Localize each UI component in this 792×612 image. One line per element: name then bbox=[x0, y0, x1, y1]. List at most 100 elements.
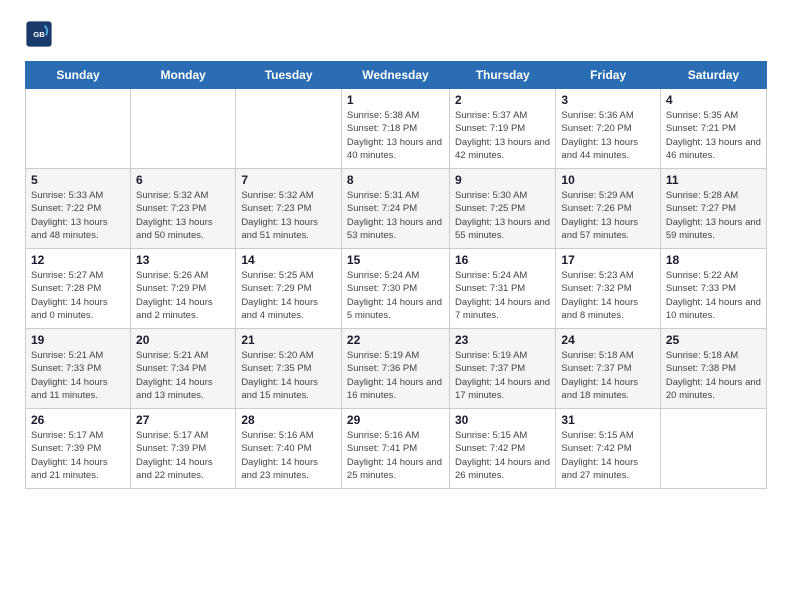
day-info: Sunrise: 5:21 AM Sunset: 7:33 PM Dayligh… bbox=[31, 349, 125, 402]
calendar-cell: 15 Sunrise: 5:24 AM Sunset: 7:30 PM Dayli… bbox=[341, 249, 449, 329]
calendar-cell: 3Sunrise: 5:36 AM Sunset: 7:20 PM Daylig… bbox=[556, 89, 660, 169]
day-info: Sunrise: 5:25 AM Sunset: 7:29 PM Dayligh… bbox=[241, 269, 336, 322]
day-info: Sunrise: 5:24 AM Sunset: 7:31 PM Dayligh… bbox=[455, 269, 550, 322]
day-number: 4 bbox=[666, 93, 761, 107]
day-info: Sunrise: 5:37 AM Sunset: 7:19 PM Dayligh… bbox=[455, 109, 550, 162]
day-info: Sunrise: 5:20 AM Sunset: 7:35 PM Dayligh… bbox=[241, 349, 336, 402]
day-info: Sunrise: 5:32 AM Sunset: 7:23 PM Dayligh… bbox=[241, 189, 336, 242]
calendar-cell: 21 Sunrise: 5:20 AM Sunset: 7:35 PM Dayli… bbox=[236, 329, 342, 409]
day-number: 14 bbox=[241, 253, 336, 267]
day-info: Sunrise: 5:38 AM Sunset: 7:18 PM Dayligh… bbox=[347, 109, 444, 162]
day-number: 12 bbox=[31, 253, 125, 267]
day-number: 19 bbox=[31, 333, 125, 347]
day-info: Sunrise: 5:21 AM Sunset: 7:34 PM Dayligh… bbox=[136, 349, 230, 402]
calendar-cell: 23Sunrise: 5:19 AM Sunset: 7:37 PM Dayli… bbox=[449, 329, 555, 409]
calendar-cell: 25 Sunrise: 5:18 AM Sunset: 7:38 PM Dayli… bbox=[660, 329, 766, 409]
day-info: Sunrise: 5:27 AM Sunset: 7:28 PM Dayligh… bbox=[31, 269, 125, 322]
day-number: 16 bbox=[455, 253, 550, 267]
calendar-cell: 22 Sunrise: 5:19 AM Sunset: 7:36 PM Dayli… bbox=[341, 329, 449, 409]
day-number: 21 bbox=[241, 333, 336, 347]
day-number: 28 bbox=[241, 413, 336, 427]
day-info: Sunrise: 5:24 AM Sunset: 7:30 PM Dayligh… bbox=[347, 269, 444, 322]
calendar-cell bbox=[236, 89, 342, 169]
logo-icon: GB bbox=[25, 20, 53, 48]
day-number: 2 bbox=[455, 93, 550, 107]
svg-text:GB: GB bbox=[33, 30, 45, 39]
day-of-week-header: Wednesday bbox=[341, 62, 449, 89]
day-of-week-header: Thursday bbox=[449, 62, 555, 89]
calendar-cell: 7Sunrise: 5:32 AM Sunset: 7:23 PM Daylig… bbox=[236, 169, 342, 249]
day-number: 30 bbox=[455, 413, 550, 427]
day-info: Sunrise: 5:15 AM Sunset: 7:42 PM Dayligh… bbox=[455, 429, 550, 482]
day-number: 24 bbox=[561, 333, 654, 347]
calendar-cell: 16 Sunrise: 5:24 AM Sunset: 7:31 PM Dayli… bbox=[449, 249, 555, 329]
day-number: 17 bbox=[561, 253, 654, 267]
calendar-cell: 9 Sunrise: 5:30 AM Sunset: 7:25 PM Daylig… bbox=[449, 169, 555, 249]
day-info: Sunrise: 5:32 AM Sunset: 7:23 PM Dayligh… bbox=[136, 189, 230, 242]
calendar-cell: 5Sunrise: 5:33 AM Sunset: 7:22 PM Daylig… bbox=[26, 169, 131, 249]
day-number: 18 bbox=[666, 253, 761, 267]
day-number: 10 bbox=[561, 173, 654, 187]
page-header: GB bbox=[25, 20, 767, 53]
day-number: 11 bbox=[666, 173, 761, 187]
calendar-cell bbox=[660, 409, 766, 489]
day-info: Sunrise: 5:30 AM Sunset: 7:25 PM Dayligh… bbox=[455, 189, 550, 242]
day-info: Sunrise: 5:15 AM Sunset: 7:42 PM Dayligh… bbox=[561, 429, 654, 482]
day-number: 13 bbox=[136, 253, 230, 267]
day-number: 5 bbox=[31, 173, 125, 187]
day-number: 26 bbox=[31, 413, 125, 427]
day-number: 23 bbox=[455, 333, 550, 347]
day-number: 8 bbox=[347, 173, 444, 187]
day-number: 3 bbox=[561, 93, 654, 107]
day-info: Sunrise: 5:26 AM Sunset: 7:29 PM Dayligh… bbox=[136, 269, 230, 322]
day-of-week-header: Friday bbox=[556, 62, 660, 89]
calendar-cell: 14 Sunrise: 5:25 AM Sunset: 7:29 PM Dayli… bbox=[236, 249, 342, 329]
calendar-cell: 1 Sunrise: 5:38 AM Sunset: 7:18 PM Daylig… bbox=[341, 89, 449, 169]
day-number: 31 bbox=[561, 413, 654, 427]
calendar-cell: 10 Sunrise: 5:29 AM Sunset: 7:26 PM Dayli… bbox=[556, 169, 660, 249]
calendar-cell: 26 Sunrise: 5:17 AM Sunset: 7:39 PM Dayli… bbox=[26, 409, 131, 489]
calendar-cell: 20Sunrise: 5:21 AM Sunset: 7:34 PM Dayli… bbox=[131, 329, 236, 409]
calendar-cell: 4 Sunrise: 5:35 AM Sunset: 7:21 PM Daylig… bbox=[660, 89, 766, 169]
day-of-week-header: Monday bbox=[131, 62, 236, 89]
calendar-cell: 29Sunrise: 5:16 AM Sunset: 7:41 PM Dayli… bbox=[341, 409, 449, 489]
day-number: 15 bbox=[347, 253, 444, 267]
calendar-week-row: 5Sunrise: 5:33 AM Sunset: 7:22 PM Daylig… bbox=[26, 169, 767, 249]
day-of-week-header: Tuesday bbox=[236, 62, 342, 89]
calendar-cell: 17 Sunrise: 5:23 AM Sunset: 7:32 PM Dayli… bbox=[556, 249, 660, 329]
calendar-cell: 12 Sunrise: 5:27 AM Sunset: 7:28 PM Dayli… bbox=[26, 249, 131, 329]
calendar-week-row: 1 Sunrise: 5:38 AM Sunset: 7:18 PM Daylig… bbox=[26, 89, 767, 169]
day-number: 9 bbox=[455, 173, 550, 187]
day-info: Sunrise: 5:16 AM Sunset: 7:40 PM Dayligh… bbox=[241, 429, 336, 482]
day-info: Sunrise: 5:19 AM Sunset: 7:36 PM Dayligh… bbox=[347, 349, 444, 402]
day-info: Sunrise: 5:35 AM Sunset: 7:21 PM Dayligh… bbox=[666, 109, 761, 162]
day-info: Sunrise: 5:16 AM Sunset: 7:41 PM Dayligh… bbox=[347, 429, 444, 482]
calendar-cell: 27 Sunrise: 5:17 AM Sunset: 7:39 PM Dayli… bbox=[131, 409, 236, 489]
day-number: 22 bbox=[347, 333, 444, 347]
day-info: Sunrise: 5:28 AM Sunset: 7:27 PM Dayligh… bbox=[666, 189, 761, 242]
day-info: Sunrise: 5:23 AM Sunset: 7:32 PM Dayligh… bbox=[561, 269, 654, 322]
calendar-cell: 31 Sunrise: 5:15 AM Sunset: 7:42 PM Dayli… bbox=[556, 409, 660, 489]
calendar-cell: 11 Sunrise: 5:28 AM Sunset: 7:27 PM Dayli… bbox=[660, 169, 766, 249]
day-number: 27 bbox=[136, 413, 230, 427]
calendar-cell: 13 Sunrise: 5:26 AM Sunset: 7:29 PM Dayli… bbox=[131, 249, 236, 329]
calendar-week-row: 12 Sunrise: 5:27 AM Sunset: 7:28 PM Dayli… bbox=[26, 249, 767, 329]
day-info: Sunrise: 5:18 AM Sunset: 7:38 PM Dayligh… bbox=[666, 349, 761, 402]
day-info: Sunrise: 5:31 AM Sunset: 7:24 PM Dayligh… bbox=[347, 189, 444, 242]
day-info: Sunrise: 5:17 AM Sunset: 7:39 PM Dayligh… bbox=[31, 429, 125, 482]
day-of-week-header: Sunday bbox=[26, 62, 131, 89]
logo: GB bbox=[25, 20, 58, 48]
calendar-table: SundayMondayTuesdayWednesdayThursdayFrid… bbox=[25, 61, 767, 489]
day-number: 1 bbox=[347, 93, 444, 107]
day-info: Sunrise: 5:17 AM Sunset: 7:39 PM Dayligh… bbox=[136, 429, 230, 482]
calendar-cell: 8 Sunrise: 5:31 AM Sunset: 7:24 PM Daylig… bbox=[341, 169, 449, 249]
calendar-week-row: 19 Sunrise: 5:21 AM Sunset: 7:33 PM Dayli… bbox=[26, 329, 767, 409]
calendar-cell: 2 Sunrise: 5:37 AM Sunset: 7:19 PM Daylig… bbox=[449, 89, 555, 169]
day-info: Sunrise: 5:29 AM Sunset: 7:26 PM Dayligh… bbox=[561, 189, 654, 242]
calendar-cell bbox=[131, 89, 236, 169]
day-number: 25 bbox=[666, 333, 761, 347]
calendar-week-row: 26 Sunrise: 5:17 AM Sunset: 7:39 PM Dayli… bbox=[26, 409, 767, 489]
calendar-cell: 19 Sunrise: 5:21 AM Sunset: 7:33 PM Dayli… bbox=[26, 329, 131, 409]
day-info: Sunrise: 5:22 AM Sunset: 7:33 PM Dayligh… bbox=[666, 269, 761, 322]
calendar-cell bbox=[26, 89, 131, 169]
